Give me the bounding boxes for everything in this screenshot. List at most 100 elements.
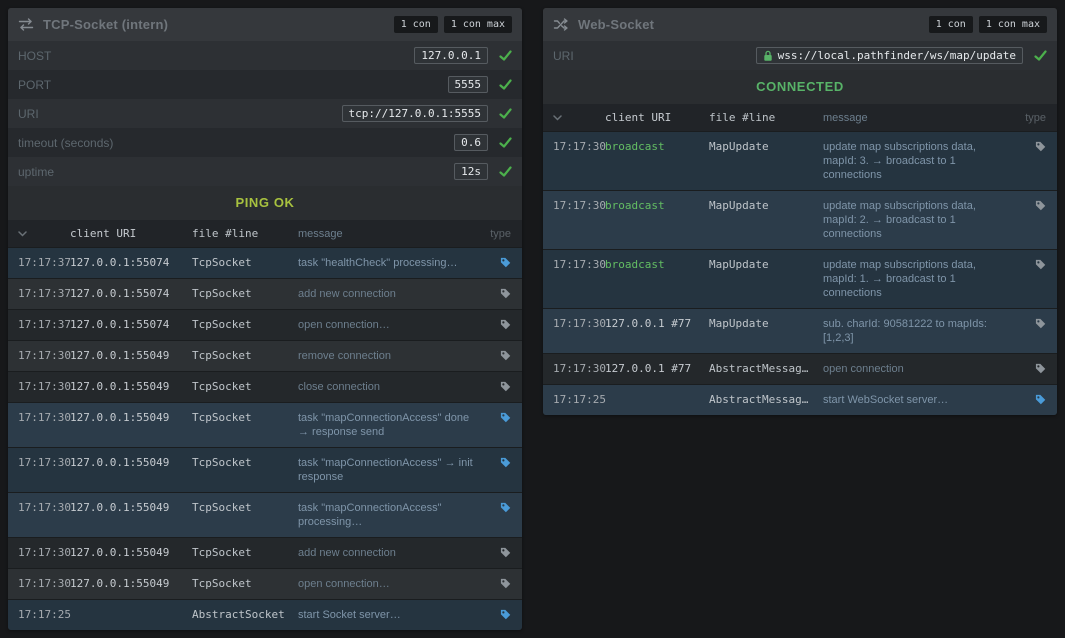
field-value-text: 0.6 <box>461 136 481 149</box>
log-file: TcpSocket <box>192 577 252 590</box>
log-type-cell <box>482 411 522 423</box>
log-time: 17:17:30 <box>553 140 606 153</box>
tag-icon <box>500 578 511 589</box>
log-message: open connection… <box>298 319 390 331</box>
field-value: wss://local.pathfinder/ws/map/update <box>755 47 1023 64</box>
badge-group: 1 con 1 con max <box>928 16 1047 33</box>
panel-title: Web-Socket <box>578 17 655 32</box>
log-client-uri: 127.0.0.1:55074 <box>70 318 170 331</box>
tag-icon <box>500 319 511 330</box>
check-icon <box>488 108 512 119</box>
field-value: 12s <box>454 163 488 180</box>
check-icon <box>488 166 512 177</box>
log-client-uri: 127.0.0.1:55049 <box>70 349 170 362</box>
tag-icon <box>1035 141 1046 152</box>
field-value-text: 12s <box>461 165 481 178</box>
log-message: update map subscriptions data, mapId: 3.… <box>823 141 976 181</box>
tag-icon <box>500 412 511 423</box>
log-row: 17:17:30 127.0.0.1 #77 MapUpdate sub. ch… <box>543 308 1057 353</box>
log-type-cell <box>482 577 522 589</box>
log-time: 17:17:30 <box>553 362 606 375</box>
log-message: update map subscriptions data, mapId: 1.… <box>823 259 976 299</box>
field-list: HOST 127.0.0.1 PORT 5555 URI tcp://127.0… <box>8 41 522 186</box>
log-file: AbstractMessag… <box>709 393 809 406</box>
log-type-cell <box>482 456 522 468</box>
web-socket-panel: Web-Socket 1 con 1 con max URI wss://loc… <box>543 8 1057 415</box>
log-client-uri: 127.0.0.1:55049 <box>70 546 170 559</box>
tcp-panel-header: TCP-Socket (intern) 1 con 1 con max <box>8 8 522 41</box>
log-message: open connection <box>823 363 904 375</box>
status-banner: CONNECTED <box>543 70 1057 104</box>
log-row: 17:17:30 127.0.0.1:55049 TcpSocket task … <box>8 447 522 492</box>
badge-group: 1 con 1 con max <box>393 16 512 33</box>
chevron-down-icon[interactable] <box>553 115 562 121</box>
field-value-text: tcp://127.0.0.1:5555 <box>348 107 481 120</box>
tag-icon <box>1035 259 1046 270</box>
log-file: TcpSocket <box>192 256 252 269</box>
message-header: message <box>823 111 868 124</box>
file-line-header: file #line <box>192 227 259 240</box>
log-type-cell <box>482 546 522 558</box>
chevron-down-icon[interactable] <box>18 231 27 237</box>
log-file: TcpSocket <box>192 456 252 469</box>
client-uri-header: client URI <box>605 111 672 124</box>
log-client-uri: 127.0.0.1 #77 <box>605 317 692 330</box>
log-row: 17:17:30 127.0.0.1:55049 TcpSocket remov… <box>8 340 522 371</box>
log-time: 17:17:30 <box>18 411 71 424</box>
tag-icon <box>500 457 511 468</box>
tag-icon <box>1035 200 1046 211</box>
type-header: type <box>490 227 511 240</box>
log-row: 17:17:30 broadcast MapUpdate update map … <box>543 190 1057 249</box>
check-icon <box>1023 50 1047 61</box>
log-message: update map subscriptions data, mapId: 2.… <box>823 200 976 240</box>
panel-title: TCP-Socket (intern) <box>43 17 169 32</box>
log-time: 17:17:30 <box>18 349 71 362</box>
field-label: URI <box>18 106 39 121</box>
log-message: remove connection <box>298 350 391 362</box>
log-message: sub. charId: 90581222 to mapIds: [1,2,3] <box>823 318 987 344</box>
log-file: TcpSocket <box>192 287 252 300</box>
field-value-text: wss://local.pathfinder/ws/map/update <box>777 49 1016 62</box>
log-table-body: 17:17:30 broadcast MapUpdate update map … <box>543 131 1057 415</box>
log-message: start Socket server… <box>298 609 401 621</box>
log-row: 17:17:37 127.0.0.1:55074 TcpSocket add n… <box>8 278 522 309</box>
status-banner: PING OK <box>8 186 522 220</box>
log-time: 17:17:25 <box>553 393 606 406</box>
log-row: 17:17:37 127.0.0.1:55074 TcpSocket open … <box>8 309 522 340</box>
log-message: task "healthCheck" processing… <box>298 257 458 269</box>
log-client-uri: 127.0.0.1:55049 <box>70 456 170 469</box>
log-row: 17:17:30 127.0.0.1:55049 TcpSocket close… <box>8 371 522 402</box>
field-value: 5555 <box>447 76 488 93</box>
log-time: 17:17:30 <box>18 501 71 514</box>
log-time: 17:17:30 <box>553 317 606 330</box>
check-icon <box>488 137 512 148</box>
field-label: uptime <box>18 164 55 179</box>
socket-admin-page: TCP-Socket (intern) 1 con 1 con max HOST… <box>0 0 1065 638</box>
log-type-cell <box>1017 362 1057 374</box>
log-time: 17:17:30 <box>18 577 71 590</box>
log-message: task "mapConnectionAccess" → init respon… <box>298 457 473 483</box>
tag-icon <box>1035 363 1046 374</box>
field-value-text: 127.0.0.1 <box>421 49 481 62</box>
tag-icon <box>1035 394 1046 405</box>
log-message: close connection <box>298 381 380 393</box>
log-message: task "mapConnectionAccess" done → respon… <box>298 412 470 438</box>
log-client-uri: 127.0.0.1:55074 <box>70 256 170 269</box>
log-message: open connection… <box>298 578 390 590</box>
field-label: HOST <box>18 48 52 63</box>
field-value: 0.6 <box>454 134 488 151</box>
tag-icon <box>500 350 511 361</box>
log-type-cell <box>482 287 522 299</box>
field-row: HOST 127.0.0.1 <box>8 41 522 70</box>
log-time: 17:17:30 <box>18 546 71 559</box>
field-label: timeout (seconds) <box>18 135 114 150</box>
collapse-header-cell <box>8 227 70 240</box>
log-row: 17:17:25 AbstractMessag… start WebSocket… <box>543 384 1057 415</box>
file-line-header: file #line <box>709 111 776 124</box>
log-row: 17:17:30 127.0.0.1:55049 TcpSocket task … <box>8 402 522 447</box>
log-file: TcpSocket <box>192 411 252 424</box>
log-type-cell <box>482 318 522 330</box>
log-table: client URI file #line message type 17:17… <box>8 220 522 630</box>
tcp-socket-panel: TCP-Socket (intern) 1 con 1 con max HOST… <box>8 8 522 630</box>
log-file: TcpSocket <box>192 546 252 559</box>
